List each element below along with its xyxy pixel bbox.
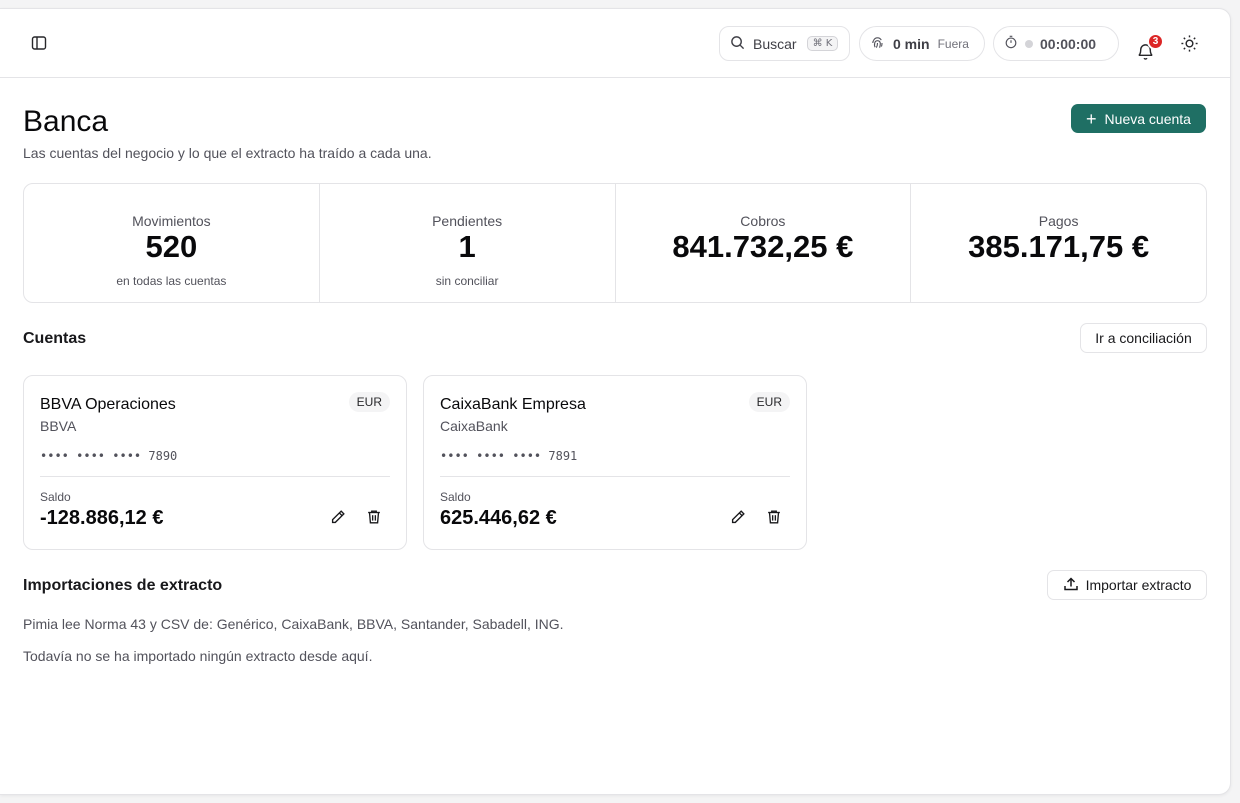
account-balance: -128.886,12 € <box>40 507 164 529</box>
timer-button[interactable]: 00:00:00 <box>993 26 1119 61</box>
timer-status-dot <box>1025 39 1033 48</box>
balance-label: Saldo <box>40 490 71 504</box>
search-shortcut: ⌘ K <box>806 36 839 51</box>
formats-text: Pimia lee Norma 43 y CSV de: Genérico, C… <box>23 616 564 632</box>
balance-label: Saldo <box>440 490 471 504</box>
new-account-label: Nueva cuenta <box>1104 110 1191 127</box>
account-number: •••• •••• •••• 7890 <box>40 449 178 463</box>
stat-income: Cobros 841.732,25 € <box>616 184 912 302</box>
account-bank: CaixaBank <box>440 418 508 434</box>
account-name: BBVA Operaciones <box>40 396 176 413</box>
fingerprint-icon <box>870 35 885 53</box>
account-card[interactable]: BBVA Operaciones BBVA EUR •••• •••• ••••… <box>23 375 407 550</box>
stat-movements: Movimientos 520 en todas las cuentas <box>24 184 320 302</box>
search-button[interactable]: Buscar ⌘ K <box>719 26 850 61</box>
currency-badge: EUR <box>348 392 390 412</box>
divider <box>40 476 390 477</box>
account-card[interactable]: CaixaBank Empresa CaixaBank EUR •••• •••… <box>423 375 807 550</box>
account-number: •••• •••• •••• 7891 <box>440 449 578 463</box>
account-balance: 625.446,62 € <box>440 507 557 529</box>
stats-panel: Movimientos 520 en todas las cuentas Pen… <box>23 183 1207 303</box>
stat-value: 841.732,25 € <box>672 229 854 264</box>
stat-note: sin conciliar <box>435 274 499 288</box>
account-bank: BBVA <box>40 418 77 434</box>
page-subtitle: Las cuentas del negocio y lo que el extr… <box>23 145 432 161</box>
stat-value: 520 <box>145 229 198 264</box>
accounts-section-title: Cuentas <box>23 330 87 347</box>
account-name: CaixaBank Empresa <box>440 396 586 413</box>
pencil-icon[interactable] <box>729 508 749 528</box>
presence-status: Fuera <box>937 36 969 51</box>
stat-value: 385.171,75 € <box>968 229 1150 264</box>
upload-icon <box>1063 576 1079 595</box>
stat-payments: Pagos 385.171,75 € <box>911 184 1206 302</box>
new-account-button[interactable]: + Nueva cuenta <box>1071 104 1206 133</box>
presence-button[interactable]: 0 min Fuera <box>859 26 985 61</box>
stat-label: Cobros <box>740 213 786 229</box>
sidebar-toggle-icon[interactable] <box>27 31 51 55</box>
currency-badge: EUR <box>748 392 790 412</box>
stat-label: Movimientos <box>132 213 211 229</box>
timer-value: 00:00:00 <box>1040 35 1097 52</box>
stat-value: 1 <box>458 229 476 264</box>
sun-icon[interactable] <box>1177 31 1201 55</box>
divider <box>440 476 790 477</box>
stat-pending: Pendientes 1 sin conciliar <box>320 184 616 302</box>
trash-icon[interactable] <box>765 508 785 528</box>
search-icon <box>730 35 745 53</box>
notifications-badge: 3 <box>1147 33 1164 50</box>
search-label: Buscar <box>753 35 797 52</box>
trash-icon[interactable] <box>365 508 385 528</box>
reconcile-button[interactable]: Ir a conciliación <box>1080 323 1207 353</box>
import-statement-label: Importar extracto <box>1085 577 1192 593</box>
imports-section-title: Importaciones de extracto <box>23 577 223 594</box>
import-statement-button[interactable]: Importar extracto <box>1047 570 1207 600</box>
presence-value: 0 min <box>893 35 930 52</box>
stopwatch-icon <box>1004 35 1018 52</box>
stat-label: Pagos <box>1038 213 1079 229</box>
pencil-icon[interactable] <box>329 508 349 528</box>
stat-label: Pendientes <box>432 213 503 229</box>
empty-state-text: Todavía no se ha importado ningún extrac… <box>23 648 373 664</box>
page-title: Banca <box>23 105 109 138</box>
app-window: Buscar ⌘ K 0 min Fuera 00:00:00 3 Banca … <box>0 8 1231 795</box>
plus-icon: + <box>1086 108 1097 129</box>
top-bar: Buscar ⌘ K 0 min Fuera 00:00:00 3 <box>0 9 1230 78</box>
stat-note: en todas las cuentas <box>116 274 227 288</box>
